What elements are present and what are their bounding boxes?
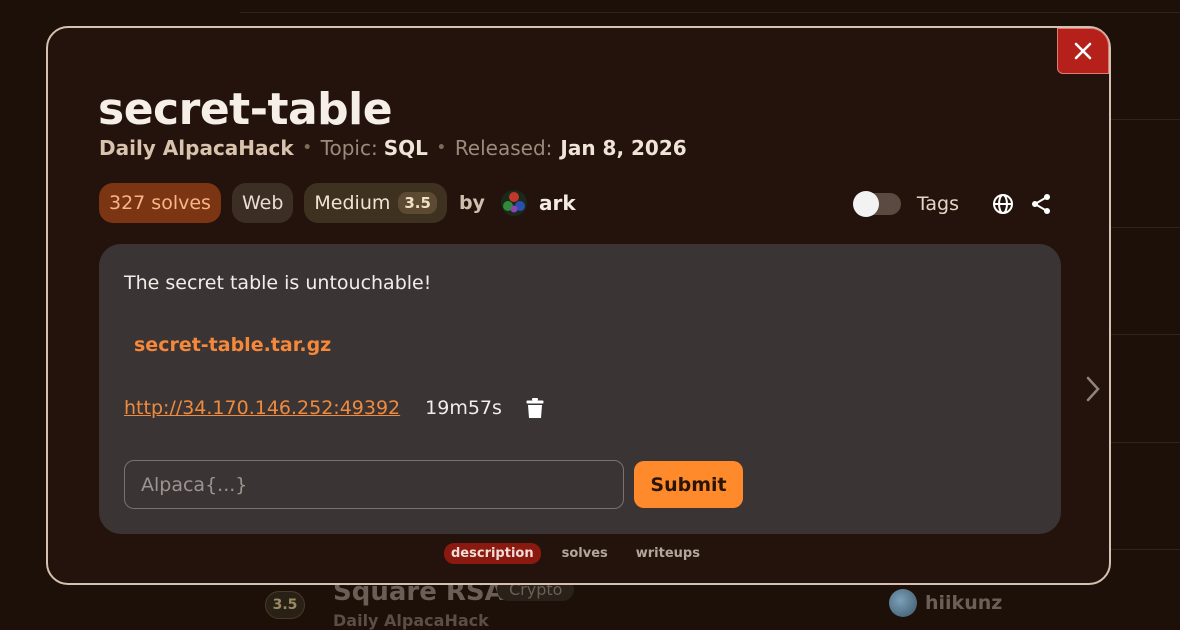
difficulty-badge: Medium 3.5 (304, 183, 447, 223)
close-icon (1072, 40, 1094, 62)
description-panel: The secret table is untouchable! secret-… (99, 244, 1061, 534)
challenge-meta: Daily AlpacaHack • Topic: SQL • Released… (99, 136, 687, 160)
separator-dot: • (303, 140, 312, 156)
solves-badge[interactable]: 327 solves (99, 183, 221, 223)
submit-button[interactable]: Submit (634, 461, 743, 508)
badge-row: 327 solves Web Medium 3.5 by ark (99, 183, 576, 223)
share-icon[interactable] (1029, 192, 1053, 216)
tab-description[interactable]: description (444, 543, 541, 564)
released-date: Jan 8, 2026 (560, 136, 686, 160)
chevron-right-icon[interactable] (1081, 374, 1105, 404)
close-button[interactable] (1057, 28, 1109, 74)
released-label: Released: (455, 136, 553, 160)
series-label: Daily AlpacaHack (333, 611, 489, 630)
series-label: Daily AlpacaHack (99, 136, 294, 160)
author: hiikunz (889, 589, 1002, 617)
globe-icon[interactable] (991, 192, 1015, 216)
tags-toggle[interactable] (855, 193, 901, 215)
trash-icon[interactable] (526, 398, 544, 418)
modal-tabs: description solves writeups (444, 541, 707, 565)
flag-input[interactable] (124, 460, 624, 509)
tags-label: Tags (917, 193, 959, 215)
instance-row: http://34.170.146.252:49392 19m57s (124, 397, 544, 419)
by-label: by (459, 192, 485, 214)
difficulty-label: Medium (314, 192, 390, 214)
difficulty-value: 3.5 (398, 192, 437, 214)
challenge-modal: secret-table Daily AlpacaHack • Topic: S… (46, 26, 1111, 585)
author-name[interactable]: ark (539, 191, 576, 215)
tab-writeups[interactable]: writeups (629, 543, 707, 564)
instance-url-link[interactable]: http://34.170.146.252:49392 (124, 397, 400, 419)
category-badge: Web (232, 183, 293, 223)
challenge-title: secret-table (98, 84, 392, 135)
divider (240, 12, 1180, 13)
topic-label: Topic: (321, 136, 378, 160)
avatar (500, 189, 528, 217)
toggle-knob (853, 191, 879, 217)
topic-value: SQL (384, 136, 428, 160)
challenge-description: The secret table is untouchable! (124, 272, 431, 294)
instance-timer: 19m57s (425, 397, 502, 419)
download-link[interactable]: secret-table.tar.gz (134, 334, 331, 356)
author-name: hiikunz (925, 592, 1002, 614)
toolbar: Tags (855, 188, 1053, 220)
avatar (889, 589, 917, 617)
difficulty-badge: 3.5 (265, 591, 305, 619)
separator-dot: • (437, 140, 446, 156)
tab-solves[interactable]: solves (555, 543, 615, 564)
